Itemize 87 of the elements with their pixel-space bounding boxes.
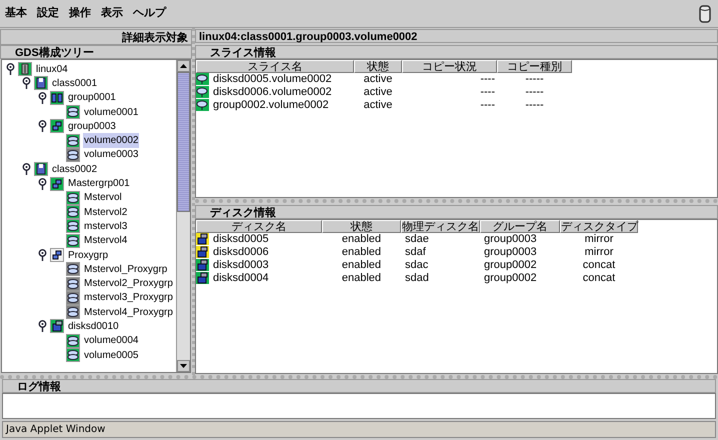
menu-item[interactable]: 操作 [68, 5, 92, 22]
table-cell-text: enabled [340, 259, 382, 272]
scroll-up-icon[interactable] [177, 60, 190, 72]
column-header[interactable]: 状態 [354, 60, 402, 73]
column-header[interactable]: 物理ディスク名 [401, 220, 480, 233]
tree-item[interactable]: group0001 [67, 90, 117, 106]
table-cell-text: active [362, 99, 394, 112]
tree-item[interactable]: Mstervol2 [83, 204, 128, 220]
detail-label: 詳細表示対象 [0, 29, 192, 45]
menu-item[interactable]: 表示 [100, 5, 124, 22]
table-cell-text: sdae [404, 233, 430, 246]
table-cell-text: disksd0003 [212, 259, 270, 272]
table-cell-text: enabled [340, 272, 382, 285]
tree-item[interactable]: Mstervol4_Proxygrp [83, 304, 174, 320]
table-cell-text: sdac [404, 259, 430, 272]
table-cell-text: disksd0006 [212, 246, 270, 259]
menu-item[interactable]: ヘルプ [132, 5, 167, 22]
expander-icon[interactable] [38, 178, 47, 190]
scroll-down-icon[interactable] [177, 360, 190, 372]
column-header[interactable]: コピー種別 [497, 60, 572, 73]
detail-path: linux04:class0001.group0003.volume0002 [195, 29, 718, 43]
status-bar: Java Applet Window [2, 421, 716, 438]
log-title: ログ情報 [2, 379, 716, 393]
tree-item[interactable]: Mstervol [83, 190, 123, 206]
table-cell-text: group0003 [483, 233, 538, 246]
tree-item[interactable]: mstervol3 [83, 218, 128, 234]
table-cell-text: enabled [340, 246, 382, 259]
tree-item[interactable]: volume0004 [83, 333, 140, 348]
section-title: スライス情報 [195, 45, 718, 59]
table-cell-text: disksd0005.volume0002 [212, 73, 333, 86]
table-cell-text: group0002.volume0002 [212, 99, 330, 112]
expander-icon[interactable] [38, 249, 47, 261]
scroll-thumb[interactable] [177, 72, 190, 212]
menu-item[interactable]: 設定 [36, 5, 60, 22]
table-cell-text: active [362, 86, 394, 99]
tree-item[interactable]: volume0002 [83, 133, 140, 148]
table-cell-text: mirror [584, 246, 614, 259]
table-cell-text: enabled [340, 233, 382, 246]
tree-item[interactable]: disksd0010 [67, 319, 120, 334]
expander-icon[interactable] [38, 320, 47, 332]
column-header[interactable]: コピー状況 [402, 60, 497, 73]
cylinder-icon [699, 4, 711, 22]
table-cell-text: ---- [479, 86, 496, 99]
expander-icon[interactable] [38, 92, 47, 104]
tree-item[interactable]: Mstervol_Proxygrp [83, 262, 168, 277]
tree-item[interactable]: linux04 [35, 62, 69, 77]
table-cell-text: concat [582, 259, 616, 272]
expander-icon[interactable] [22, 77, 31, 90]
tree-item[interactable]: volume0003 [83, 147, 140, 162]
table-cell-text: ----- [524, 73, 545, 86]
expander-icon[interactable] [6, 63, 15, 76]
tree-item[interactable]: group0003 [67, 118, 117, 134]
tree-item[interactable]: Mstervol2_Proxygrp [83, 276, 174, 292]
tree-item[interactable]: volume0005 [83, 348, 140, 363]
column-header[interactable]: スライス名 [196, 60, 354, 73]
table-cell-text: concat [582, 272, 616, 285]
column-header[interactable]: ディスクタイプ [560, 220, 638, 233]
table-cell-text: group0002 [483, 259, 538, 272]
expander-icon[interactable] [22, 163, 31, 176]
column-header[interactable]: 状態 [322, 220, 401, 233]
expander-icon[interactable] [38, 120, 47, 132]
table-cell-text: sdad [404, 272, 430, 285]
table-cell-text: ----- [524, 86, 545, 99]
tree-item[interactable]: class0001 [51, 76, 98, 91]
section-title: ディスク情報 [195, 205, 718, 219]
scrollbar[interactable] [176, 60, 190, 372]
tree-item[interactable]: Proxygrp [67, 248, 110, 263]
table-cell-text: disksd0005 [212, 233, 270, 246]
table-cell-text: group0002 [483, 272, 538, 285]
table-cell-text: ---- [479, 73, 496, 86]
table-cell-text: sdaf [404, 246, 427, 259]
table-cell-text: ----- [524, 99, 545, 112]
tree-item[interactable]: class0002 [51, 162, 98, 177]
menu-item[interactable]: 基本 [4, 5, 28, 22]
column-header[interactable]: グループ名 [480, 220, 560, 233]
tree-item[interactable]: Mastergrp001 [67, 176, 131, 192]
table-cell-text: ---- [479, 99, 496, 112]
table-cell-text: disksd0006.volume0002 [212, 86, 333, 99]
tree-item[interactable]: mstervol3_Proxygrp [83, 290, 174, 306]
table-cell-text: disksd0004 [212, 272, 270, 285]
table-cell-text: mirror [584, 233, 614, 246]
table-cell-text: group0003 [483, 246, 538, 259]
table-cell-text: active [362, 73, 394, 86]
tree-item[interactable]: Mstervol4 [83, 233, 128, 248]
column-header[interactable]: ディスク名 [196, 220, 322, 233]
tree-item[interactable]: volume0001 [83, 104, 140, 120]
tree-title: GDS構成ツリー [0, 45, 192, 59]
